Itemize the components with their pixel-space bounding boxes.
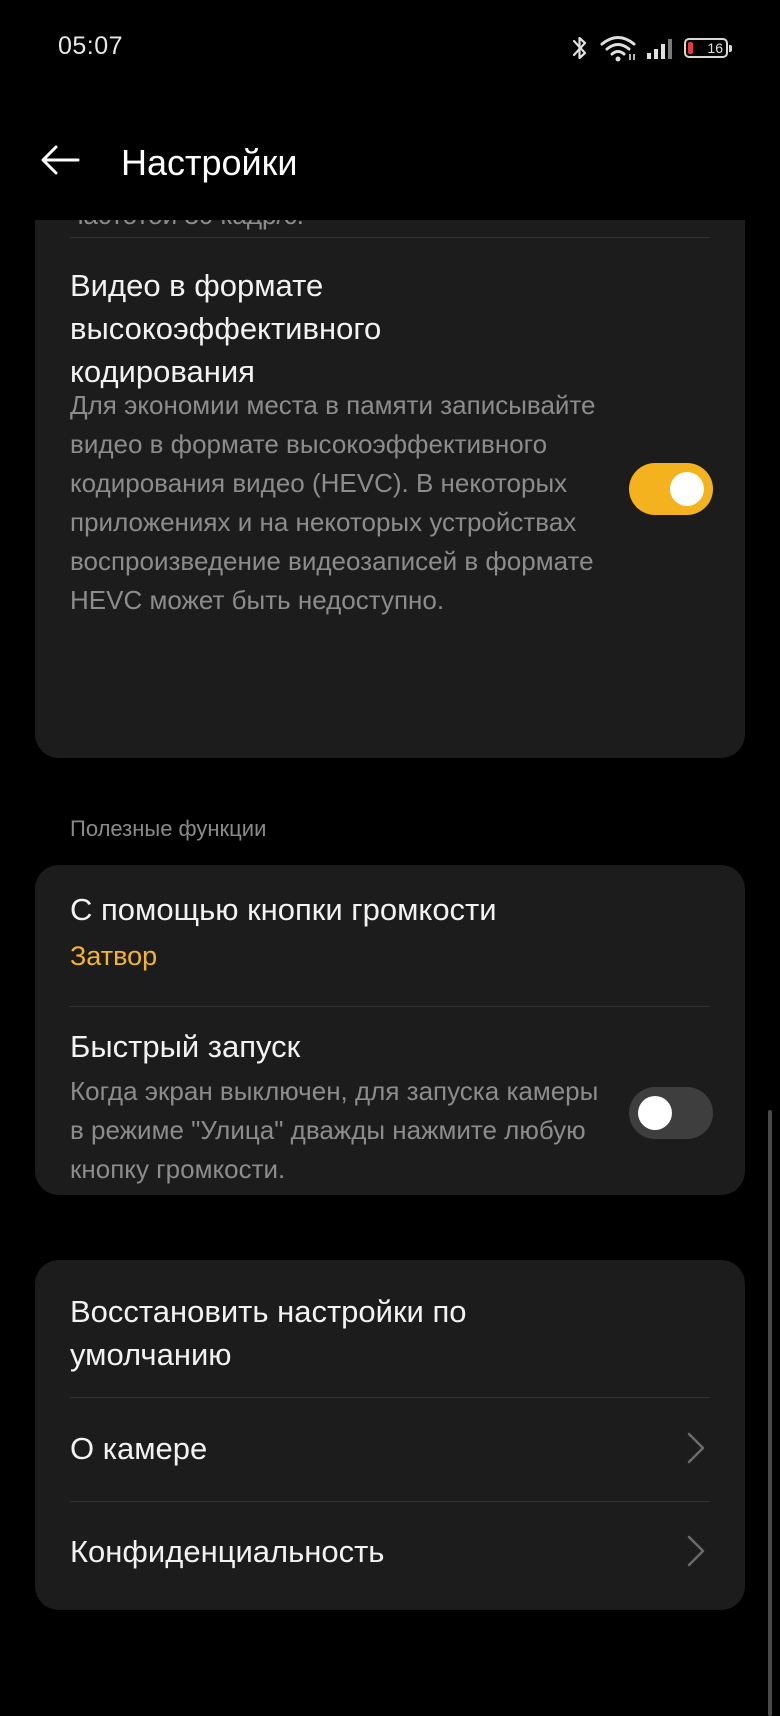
hevc-setting-title: Видео в формате высокоэффективного кодир… (70, 268, 382, 389)
status-bar: 05:07 16 (0, 0, 780, 96)
about-camera-title: О камере (70, 1431, 208, 1466)
back-button[interactable] (36, 136, 84, 184)
battery-level: 16 (707, 40, 723, 56)
signal-icon (647, 39, 672, 59)
chevron-right-icon (687, 1535, 705, 1567)
wifi-icon (600, 36, 636, 62)
settings-list[interactable]: частотой 30 кадр/с. Видео в формате высо… (0, 220, 780, 1716)
arrow-left-icon (41, 145, 80, 175)
page-title: Настройки (121, 142, 298, 183)
bluetooth-icon (572, 36, 587, 60)
divider (70, 1006, 710, 1007)
quick-launch-toggle[interactable] (629, 1087, 713, 1139)
useful-functions-card: С помощью кнопки громкости Затвор Быстры… (35, 865, 745, 1195)
divider (70, 1397, 710, 1398)
scrollbar[interactable] (768, 1110, 772, 1716)
volume-button-title: С помощью кнопки громкости (70, 892, 497, 927)
status-time: 05:07 (58, 32, 124, 60)
app-bar: Настройки (0, 96, 780, 220)
section-header-useful: Полезные функции (70, 816, 267, 841)
toggle-knob (670, 472, 704, 506)
clipped-previous-desc: частотой 30 кадр/с. (70, 220, 304, 235)
divider (70, 1501, 710, 1502)
misc-card: Восстановить настройки по умолчанию О ка… (35, 1260, 745, 1610)
quick-launch-description: Когда экран выключен, для запуска камеры… (70, 1076, 599, 1184)
quick-launch-title: Быстрый запуск (70, 1029, 301, 1064)
video-settings-card: частотой 30 кадр/с. Видео в формате высо… (35, 220, 745, 758)
hevc-toggle[interactable] (629, 463, 713, 515)
toggle-knob (638, 1096, 672, 1130)
chevron-right-icon (687, 1432, 705, 1464)
battery-icon: 16 (684, 38, 732, 58)
privacy-title: Конфиденциальность (70, 1534, 385, 1569)
battery-fill (688, 42, 693, 54)
divider (70, 237, 710, 238)
status-icons: 16 (570, 32, 732, 64)
volume-button-value: Затвор (70, 941, 158, 971)
reset-settings-title: Восстановить настройки по умолчанию (70, 1294, 467, 1372)
hevc-setting-description: Для экономии места в памяти записывайте … (70, 390, 596, 615)
